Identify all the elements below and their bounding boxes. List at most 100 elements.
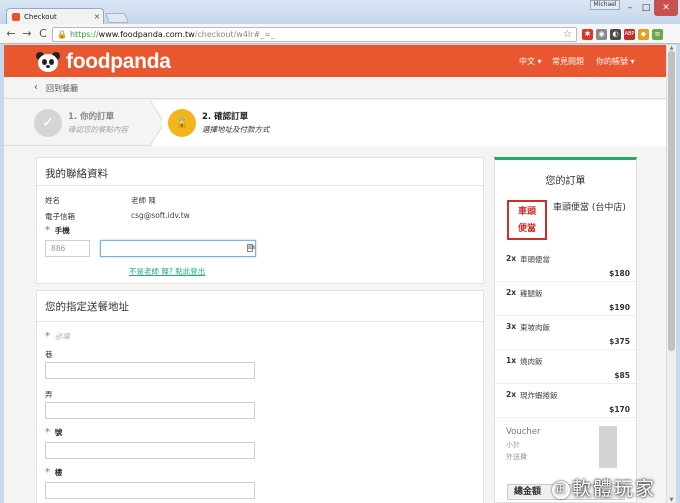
site-header: foodpanda 中文 ▾ 常見問題 你的帳號 ▾	[4, 45, 666, 77]
required-asterisk: *	[45, 331, 50, 342]
extension-dark-icon[interactable]: ◐	[610, 29, 621, 40]
name-value: 老師 陳	[131, 196, 156, 205]
phone-label-row: * 手機	[45, 225, 70, 236]
item-name: 東坡肉飯	[520, 323, 550, 332]
panda-logo-icon	[36, 51, 60, 73]
item-name: 車頭便當	[520, 255, 550, 264]
new-tab-button[interactable]	[105, 13, 129, 23]
site-logo[interactable]: foodpanda	[36, 50, 171, 74]
page-scrollbar[interactable]: ▲ ▼	[666, 45, 676, 503]
floor-label-row: * 樓	[45, 467, 62, 478]
redacted-amounts	[599, 426, 617, 468]
minimize-button[interactable]: –	[622, 0, 638, 16]
back-arrow-icon[interactable]: ←	[4, 27, 18, 41]
language-menu[interactable]: 中文 ▾	[519, 56, 542, 67]
item-qty: 2x	[506, 288, 517, 297]
logout-link[interactable]: 不是老師 陳? 點此登出	[129, 266, 205, 277]
maximize-button[interactable]: □	[638, 0, 654, 16]
item-name: 現炸蝦捲飯	[520, 391, 558, 400]
order-title: 您的訂單	[545, 176, 586, 187]
item-price: $190	[609, 303, 630, 312]
back-to-restaurant-link[interactable]: 回到餐廳	[46, 83, 78, 94]
floor-label: 樓	[54, 468, 63, 477]
number-label-row: * 號	[45, 427, 62, 438]
required-hint-text: 必填	[54, 332, 70, 341]
total-label: 總金額	[514, 487, 542, 497]
alley-label: 弄	[45, 390, 53, 399]
required-hint: * 必填	[45, 331, 70, 342]
back-to-restaurant-bar: ‹ 回到餐廳	[4, 77, 666, 99]
email-label: 電子信箱	[45, 212, 75, 221]
order-item: 2x 現炸蝦捲飯 $170	[495, 384, 636, 418]
item-qty: 1x	[506, 356, 517, 365]
page-viewport: foodpanda 中文 ▾ 常見問題 你的帳號 ▾ ‹ 回到餐廳 ✓ 1. 你…	[4, 45, 666, 503]
chrome-menu-icon[interactable]: ≡	[652, 29, 663, 40]
close-window-button[interactable]: ✕	[654, 0, 678, 16]
adblock-icon[interactable]: ABP	[624, 29, 635, 40]
alley-input[interactable]	[45, 402, 255, 419]
restaurant-logo: 車頭 便當	[507, 200, 547, 240]
browser-toolbar: ← → C 🔒 https:// www.foodpanda.com.tw /c…	[0, 24, 680, 44]
step-your-order[interactable]: ✓ 1. 你的訂單 確認您的餐點內容	[4, 100, 156, 146]
scrollbar-thumb[interactable]	[668, 51, 675, 351]
order-item: 1x 燒肉飯 $85	[495, 350, 636, 384]
voucher-label[interactable]: Voucher	[506, 427, 541, 437]
subtotal-label: 小計	[506, 441, 520, 449]
extension-gray-icon[interactable]: ◉	[596, 29, 607, 40]
check-icon: ✓	[34, 109, 62, 137]
lock-step-icon: 🔒	[168, 109, 196, 137]
bookmark-star-icon[interactable]: ☆	[563, 29, 572, 40]
faq-link[interactable]: 常見問題	[552, 56, 584, 67]
watermark-seal: 正	[552, 481, 570, 499]
item-price: $170	[609, 405, 630, 414]
step-1-title: 1. 你的訂單	[68, 112, 115, 122]
url-host: www.foodpanda.com.tw	[98, 30, 195, 39]
delivery-address-card: 您的指定送餐地址 * 必填 巷 弄 * 號 * 樓	[36, 290, 484, 503]
order-item: 2x 車頭便當 $180	[495, 248, 636, 282]
contact-info-card: 我的聯絡資料 姓名 老師 陳 電子信箱 csg@soft.idv.tw * 手機…	[36, 157, 484, 284]
reload-icon[interactable]: C	[36, 27, 50, 41]
address-bar[interactable]: 🔒 https:// www.foodpanda.com.tw /checkou…	[52, 27, 577, 42]
profile-badge[interactable]: Michael	[590, 0, 620, 10]
step-2-title: 2. 確認訂單	[202, 112, 249, 122]
extension-red-icon[interactable]: ✱	[582, 29, 593, 40]
item-price: $180	[609, 269, 630, 278]
lane-input[interactable]	[45, 362, 255, 379]
account-menu[interactable]: 你的帳號 ▾	[596, 56, 635, 67]
phone-prefix-input[interactable]: 886	[45, 240, 90, 257]
extension-tag-icon[interactable]: ◆	[638, 29, 649, 40]
favicon-icon	[12, 12, 20, 21]
restaurant-name: 車頭便當 (台中店)	[553, 203, 626, 213]
browser-tab[interactable]: Checkout ×	[6, 8, 104, 24]
order-item: 2x 雞腿飯 $190	[495, 282, 636, 316]
phone-label: 手機	[54, 226, 70, 235]
keyboard-icon[interactable]: ⌨	[247, 244, 255, 252]
window-titlebar: Checkout × Michael – □ ✕	[0, 0, 680, 24]
delivery-fee-label: 外送費	[506, 453, 527, 461]
name-label: 姓名	[45, 196, 60, 205]
contact-title: 我的聯絡資料	[45, 168, 108, 180]
phone-number-input[interactable]: ⌨	[100, 240, 256, 257]
house-number-input[interactable]	[45, 442, 255, 459]
brand-name: foodpanda	[66, 50, 171, 73]
scroll-down-icon[interactable]: ▼	[667, 497, 676, 503]
step-confirm-order: 🔒 2. 確認訂單 選擇地址及付款方式	[162, 100, 666, 146]
email-value: csg@soft.idv.tw	[131, 211, 190, 220]
required-asterisk: *	[45, 225, 50, 236]
order-summary-card: 您的訂單 車頭 便當 車頭便當 (台中店) 2x 車頭便當 $180 2x 雞腿…	[494, 157, 637, 503]
number-label: 號	[54, 428, 63, 437]
url-path: /checkout/w4lr#_=_	[194, 30, 275, 39]
watermark: 正軟體玩家	[552, 474, 656, 501]
forward-arrow-icon[interactable]: →	[20, 27, 34, 41]
step-1-subtitle: 確認您的餐點內容	[68, 125, 128, 134]
item-qty: 3x	[506, 322, 517, 331]
item-qty: 2x	[506, 390, 517, 399]
floor-input[interactable]	[45, 482, 255, 499]
tab-close-icon[interactable]: ×	[91, 12, 103, 21]
lane-label: 巷	[45, 350, 53, 359]
required-asterisk: *	[45, 467, 50, 478]
order-item: 3x 東坡肉飯 $375	[495, 316, 636, 350]
chevron-left-icon[interactable]: ‹	[34, 82, 38, 93]
item-price: $375	[609, 337, 630, 346]
url-scheme: https://	[69, 30, 99, 39]
